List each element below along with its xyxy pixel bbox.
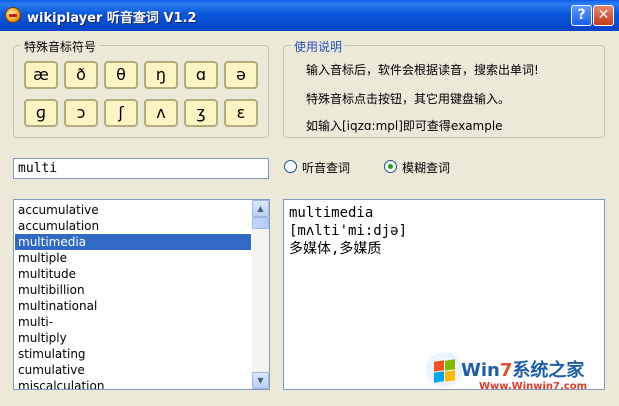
phonetic-button-theta[interactable]: θ bbox=[104, 61, 138, 89]
watermark-brand: Win7系统之家 bbox=[461, 360, 585, 381]
phonetic-button-wedge[interactable]: ʌ bbox=[144, 99, 178, 127]
phonetic-button-eng[interactable]: ŋ bbox=[144, 61, 178, 89]
phonetic-button-esh[interactable]: ʃ bbox=[104, 99, 138, 127]
phonetic-group-title: 特殊音标符号 bbox=[21, 38, 100, 55]
list-scrollbar[interactable]: ▲ ▼ bbox=[252, 200, 269, 389]
list-item[interactable]: multi- bbox=[15, 314, 251, 330]
list-item[interactable]: miscalculation bbox=[15, 378, 251, 389]
window-title: wikiplayer 听音查词 V1.2 bbox=[27, 11, 197, 26]
phonetic-button-epsilon[interactable]: ɛ bbox=[224, 99, 258, 127]
list-item[interactable]: cumulative bbox=[15, 362, 251, 378]
list-item[interactable]: multibillion bbox=[15, 282, 251, 298]
app-icon bbox=[5, 7, 21, 23]
title-bar[interactable]: wikiplayer 听音查词 V1.2 ? ✕ bbox=[0, 0, 619, 31]
help-button[interactable]: ? bbox=[571, 5, 592, 26]
help-line-3: 如输入[iqzɑ:mpl]即可查得example bbox=[306, 119, 503, 133]
help-line-1: 输入音标后，软件会根据读音，搜索出单词! bbox=[306, 63, 539, 77]
phonetic-button-ezh[interactable]: ʒ bbox=[184, 99, 218, 127]
word-list[interactable]: accumulative accumulation multimedia mul… bbox=[13, 199, 270, 390]
radio-listen-label: 听音查词 bbox=[302, 161, 351, 175]
phonetic-button-eth[interactable]: ð bbox=[64, 61, 98, 89]
usage-help-group: 使用说明 输入音标后，软件会根据读音，搜索出单词! 特殊音标点击按钮，其它用键盘… bbox=[283, 38, 605, 138]
phonetic-symbols-group: 特殊音标符号 æ ð θ ŋ ɑ ə ɡ ɔ ʃ ʌ ʒ ɛ bbox=[13, 38, 269, 138]
list-item[interactable]: multitude bbox=[15, 266, 251, 282]
list-item[interactable]: multinational bbox=[15, 298, 251, 314]
phonetic-button-ae[interactable]: æ bbox=[24, 61, 58, 89]
list-item[interactable]: multiply bbox=[15, 330, 251, 346]
list-item[interactable]: stimulating bbox=[15, 346, 251, 362]
radio-fuzzy-search[interactable]: 模糊查词 bbox=[384, 159, 454, 175]
definition-phonetic: [mʌlti'mi:djə] bbox=[289, 223, 408, 239]
watermark-url: Www.Winwin7.com bbox=[479, 381, 588, 392]
close-button[interactable]: ✕ bbox=[593, 5, 614, 26]
definition-meaning: 多媒体,多媒质 bbox=[289, 241, 382, 257]
scroll-thumb[interactable] bbox=[252, 217, 269, 229]
list-item[interactable]: accumulative bbox=[15, 202, 251, 218]
phonetic-button-alpha[interactable]: ɑ bbox=[184, 61, 218, 89]
help-line-2: 特殊音标点击按钮，其它用键盘输入。 bbox=[306, 92, 511, 106]
radio-fuzzy-label: 模糊查词 bbox=[402, 161, 451, 175]
windows-logo-icon bbox=[425, 352, 463, 390]
phonetic-button-schwa[interactable]: ə bbox=[224, 61, 258, 89]
list-item-selected[interactable]: multimedia bbox=[15, 234, 251, 250]
search-input[interactable]: multi bbox=[13, 158, 269, 179]
help-group-title: 使用说明 bbox=[291, 38, 346, 55]
phonetic-button-open-o[interactable]: ɔ bbox=[64, 99, 98, 127]
definition-word: multimedia bbox=[289, 205, 374, 221]
phonetic-button-g[interactable]: ɡ bbox=[24, 99, 58, 127]
radio-selected-icon bbox=[384, 160, 397, 173]
list-item[interactable]: accumulation bbox=[15, 218, 251, 234]
list-item[interactable]: multiple bbox=[15, 250, 251, 266]
radio-listen-search[interactable]: 听音查词 bbox=[284, 159, 354, 175]
scroll-down-icon[interactable]: ▼ bbox=[252, 372, 269, 389]
scroll-up-icon[interactable]: ▲ bbox=[252, 200, 269, 217]
radio-circle-icon bbox=[284, 160, 297, 173]
